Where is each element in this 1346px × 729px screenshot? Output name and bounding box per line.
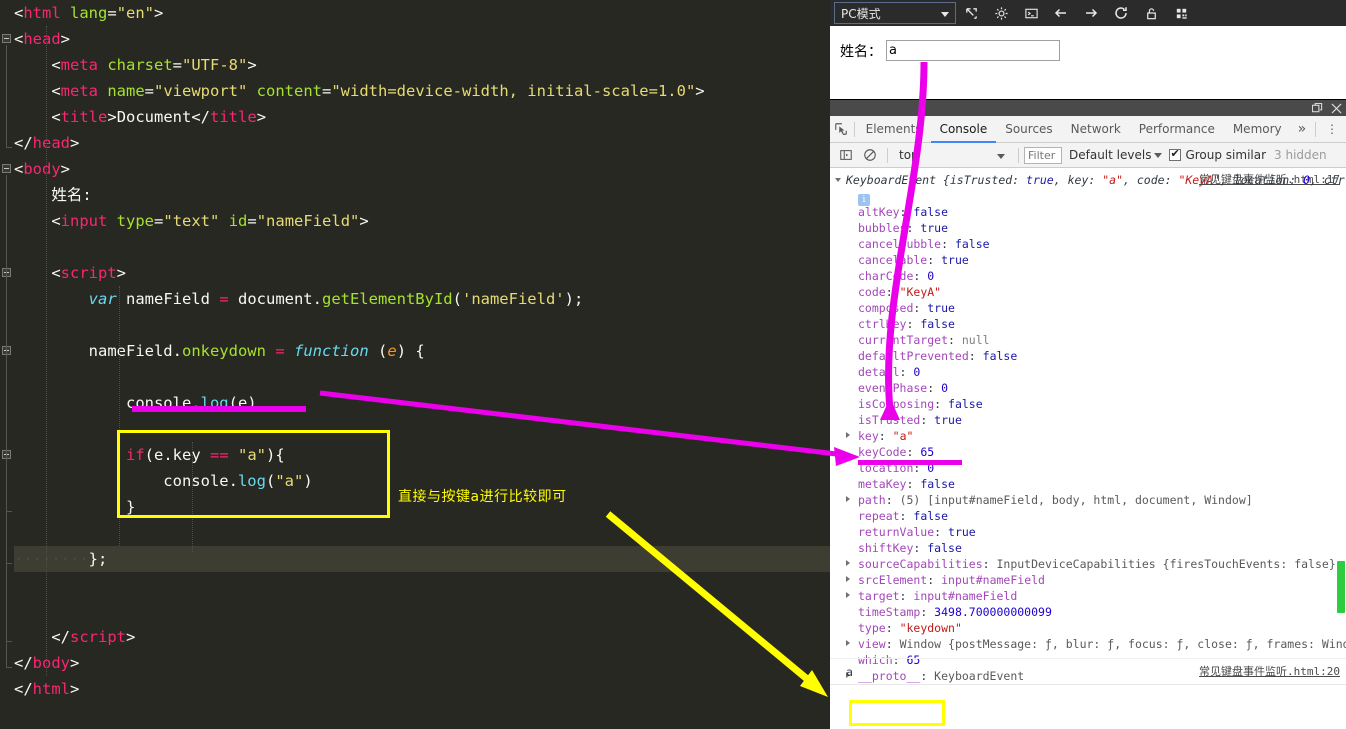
magenta-diagonal-arrow	[319, 390, 846, 458]
magenta-vertical-arrow	[885, 61, 928, 411]
annotation-arrows	[319, 61, 928, 697]
magenta-vertical-arrowhead	[880, 398, 900, 420]
yellow-diagonal-arrow	[605, 511, 821, 691]
magenta-diagonal-arrowhead	[834, 447, 860, 466]
